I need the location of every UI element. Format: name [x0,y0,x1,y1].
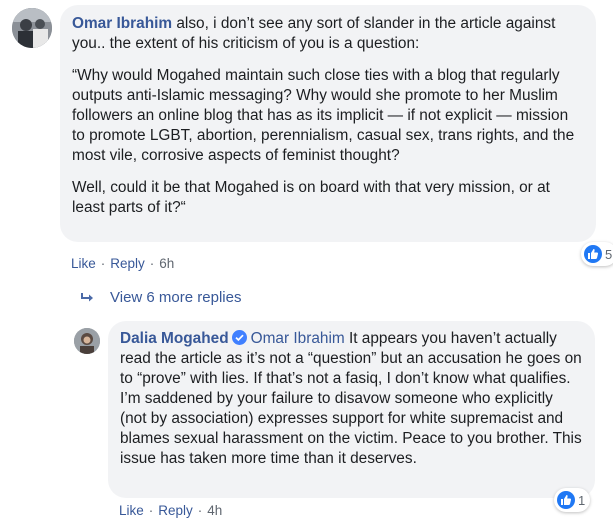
verified-badge-icon [231,330,247,345]
reply-link[interactable]: Reply [110,256,145,271]
comment-quote: “Why would Mogahed maintain such close t… [72,67,575,164]
timestamp[interactable]: 6h [159,256,174,271]
comment-text: Omar Ibrahim also, i don’t see any sort … [72,14,584,54]
separator: · [149,256,155,271]
reaction-summary[interactable]: 5 [581,242,613,266]
comment-actions: Like · Reply · 6h [71,256,174,271]
avatar-dalia-mogahed[interactable] [74,328,100,354]
comment-closing: Well, could it be that Mogahed is on boa… [72,179,550,216]
reply-actions: Like · Reply · 4h [119,503,222,518]
like-link[interactable]: Like [119,503,144,518]
separator: · [100,256,106,271]
comment-bubble-omar: Omar Ibrahim also, i don’t see any sort … [60,5,596,242]
reply-text: Dalia Mogahed Omar Ibrahim It appears you… [120,329,583,469]
like-icon [557,491,575,509]
reaction-summary[interactable]: 1 [554,488,591,512]
mention-link[interactable]: Omar Ibrahim [251,330,345,347]
view-more-label[interactable]: View 6 more replies [110,289,241,306]
reply-author[interactable]: Dalia Mogahed [120,330,229,347]
separator: · [197,503,203,518]
comment-bubble-dalia: Dalia Mogahed Omar Ibrahim It appears you… [108,321,595,498]
reply-link[interactable]: Reply [158,503,193,518]
reaction-count: 5 [605,246,613,262]
reply-body: It appears you haven’t actually read the… [120,330,582,467]
separator: · [148,503,154,518]
like-link[interactable]: Like [71,256,96,271]
reaction-count: 1 [578,492,586,508]
reply-arrow-icon [81,292,93,301]
comment-author[interactable]: Omar Ibrahim [72,15,172,32]
like-icon [584,245,602,263]
timestamp[interactable]: 4h [207,503,222,518]
view-more-replies[interactable]: View 6 more replies [80,289,241,306]
avatar-omar-ibrahim[interactable] [12,8,52,48]
